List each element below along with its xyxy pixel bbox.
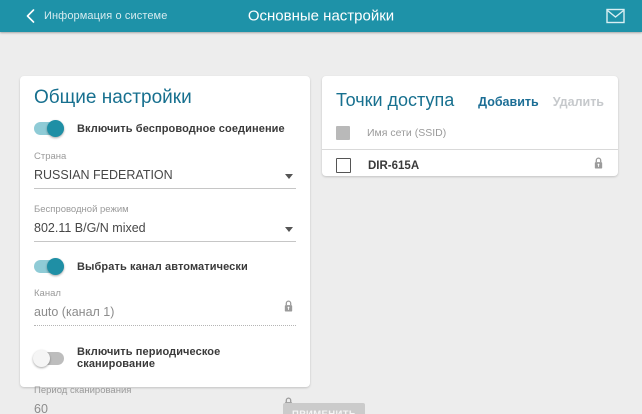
periodic-scan-toggle-label: Включить периодическое сканирование	[77, 346, 296, 370]
ssid-column-header: Имя сети (SSID)	[367, 127, 446, 139]
chevron-left-icon	[26, 9, 35, 23]
channel-field: Канал auto (канал 1)	[34, 288, 296, 326]
toggle-knob	[47, 258, 64, 275]
periodic-scan-toggle[interactable]	[34, 352, 64, 365]
auto-channel-toggle[interactable]	[34, 260, 64, 273]
back-link-label: Информация о системе	[44, 10, 167, 22]
wireless-mode-label: Беспроводной режим	[34, 204, 296, 215]
page-title: Основные настройки	[248, 8, 394, 25]
wireless-mode-value: 802.11 B/G/N mixed	[34, 219, 296, 242]
envelope-icon	[606, 8, 625, 24]
general-settings-title: Общие настройки	[34, 86, 296, 110]
select-all-checkbox[interactable]	[336, 126, 350, 140]
caret-down-icon	[285, 174, 293, 179]
row-checkbox[interactable]	[336, 158, 351, 173]
scan-period-field: Период сканирования 60	[34, 385, 296, 414]
country-value: RUSSIAN FEDERATION	[34, 166, 296, 189]
add-button[interactable]: Добавить	[478, 95, 539, 109]
access-points-title: Точки доступа	[336, 89, 464, 111]
access-points-card: Точки доступа Добавить Удалить Имя сети …	[322, 76, 618, 176]
access-points-header: Точки доступа Добавить Удалить	[322, 76, 618, 121]
apply-button[interactable]: ПРИМЕНИТЬ	[283, 403, 365, 414]
channel-label: Канал	[34, 288, 296, 299]
caret-down-icon	[285, 227, 293, 232]
ssid-value: DIR-615A	[368, 160, 576, 172]
wireless-toggle-label: Включить беспроводное соединение	[77, 123, 285, 135]
table-row[interactable]: DIR-615A	[322, 150, 618, 181]
padlock-icon	[593, 156, 604, 175]
toggle-knob	[33, 350, 50, 367]
general-settings-card: Общие настройки Включить беспроводное со…	[20, 76, 310, 387]
scan-period-value: 60	[34, 400, 296, 414]
periodic-scan-toggle-row: Включить периодическое сканирование	[34, 346, 296, 370]
scan-period-label: Период сканирования	[34, 385, 296, 396]
message-button[interactable]	[606, 8, 625, 24]
toggle-knob	[47, 120, 64, 137]
back-link[interactable]: Информация о системе	[26, 0, 167, 32]
wireless-toggle-row: Включить беспроводное соединение	[34, 122, 296, 135]
padlock-icon	[283, 299, 294, 318]
channel-value: auto (канал 1)	[34, 303, 296, 326]
top-bar: Информация о системе Основные настройки	[0, 0, 642, 32]
country-select[interactable]: Страна RUSSIAN FEDERATION	[34, 151, 296, 189]
delete-button[interactable]: Удалить	[553, 95, 604, 109]
auto-channel-toggle-row: Выбрать канал автоматически	[34, 260, 296, 273]
table-header-row: Имя сети (SSID)	[322, 121, 618, 149]
auto-channel-toggle-label: Выбрать канал автоматически	[77, 261, 248, 273]
wireless-mode-select[interactable]: Беспроводной режим 802.11 B/G/N mixed	[34, 204, 296, 242]
country-label: Страна	[34, 151, 296, 162]
wireless-toggle[interactable]	[34, 122, 64, 135]
